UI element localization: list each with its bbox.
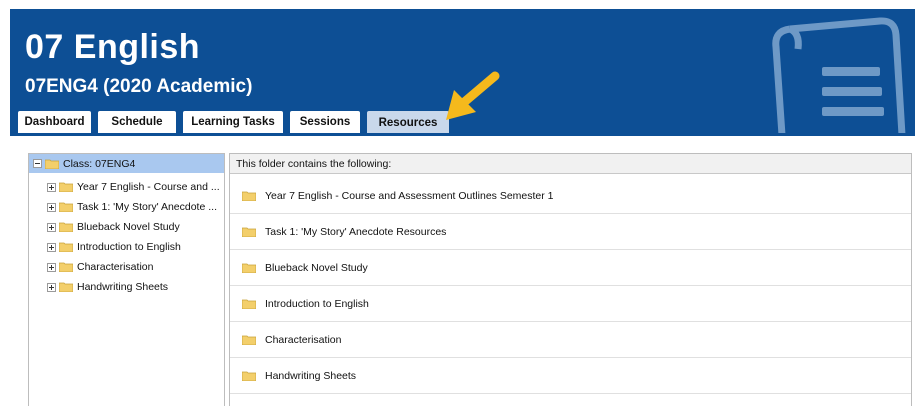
folder-list-item[interactable]: Task 1: 'My Story' Anecdote Resources [230,214,911,250]
folder-tree: Class: 07ENG4 Year 7 English - Course an… [28,153,225,406]
folder-icon [242,263,256,273]
tree-item[interactable]: Blueback Novel Study [29,217,242,237]
pointer-arrow-icon [446,71,500,120]
tab-schedule[interactable]: Schedule [98,111,176,133]
folder-list-item[interactable]: Blueback Novel Study [230,250,911,286]
folder-list-item[interactable]: Year 7 English - Course and Assessment O… [230,178,911,214]
folder-list-item-label: Introduction to English [265,297,369,310]
folder-icon [59,222,73,232]
tree-item-label: Task 1: 'My Story' Anecdote ... [77,201,217,213]
expand-icon[interactable] [47,182,56,192]
folder-contents-heading: This folder contains the following: [230,154,911,174]
folder-icon [242,335,256,345]
folder-icon [242,299,256,309]
tree-item[interactable]: Task 1: 'My Story' Anecdote ... [29,197,242,217]
expand-icon[interactable] [47,282,56,292]
header-underline [10,133,915,136]
folder-icon [45,159,59,169]
tree-root-label: Class: 07ENG4 [63,157,136,170]
folder-icon [242,371,256,381]
folder-icon [242,227,256,237]
tree-item-label: Blueback Novel Study [77,221,180,233]
tree-item[interactable]: Introduction to English [29,237,242,257]
course-subtitle: 07ENG4 (2020 Academic) [25,76,253,97]
folder-list-item-label: Blueback Novel Study [265,261,368,274]
folder-icon [59,262,73,272]
tree-item[interactable]: Characterisation [29,257,242,277]
folder-icon [59,242,73,252]
tree-item-label: Characterisation [77,261,154,273]
folder-list-item[interactable]: Introduction to English [230,286,911,322]
expand-icon[interactable] [47,242,56,252]
folder-list-item-label: Characterisation [265,333,342,346]
folder-list-item[interactable]: Characterisation [230,322,911,358]
folder-list-item-label: Task 1: 'My Story' Anecdote Resources [265,225,447,238]
folder-icon [59,182,73,192]
folder-icon [242,191,256,201]
folder-icon [59,282,73,292]
tree-root[interactable]: Class: 07ENG4 [29,154,228,173]
folder-list-item[interactable]: Handwriting Sheets [230,358,911,394]
tab-resources[interactable]: Resources [367,111,449,135]
tab-dashboard[interactable]: Dashboard [18,111,91,133]
folder-list-item-label: Handwriting Sheets [265,369,357,382]
collapse-icon[interactable] [33,159,42,168]
expand-icon[interactable] [47,262,56,272]
tree-item[interactable]: Handwriting Sheets [29,277,242,297]
folder-list-item-label: Year 7 English - Course and Assessment O… [265,189,554,202]
folder-contents: This folder contains the following: Year… [229,153,912,406]
expand-icon[interactable] [47,202,56,212]
document-icon [772,17,906,135]
expand-icon[interactable] [47,222,56,232]
tree-item-label: Handwriting Sheets [77,281,169,293]
tab-sessions[interactable]: Sessions [290,111,360,133]
tab-learning-tasks[interactable]: Learning Tasks [183,111,283,133]
tree-item[interactable]: Year 7 English - Course and ... [29,177,242,197]
folder-icon [59,202,73,212]
tree-item-label: Introduction to English [77,241,181,253]
course-title: 07 English [25,28,201,66]
tree-item-label: Year 7 English - Course and ... [77,181,220,193]
